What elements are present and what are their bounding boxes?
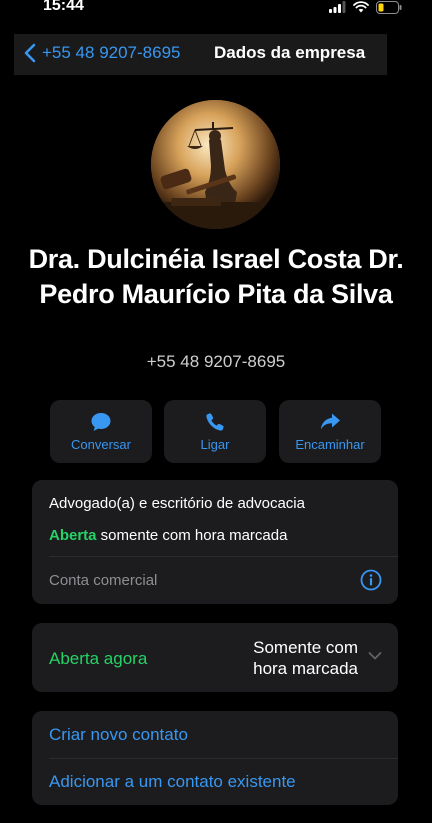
create-contact-button[interactable]: Criar novo contato xyxy=(49,725,188,745)
chevron-left-icon xyxy=(24,43,36,63)
business-info-card: Advogado(a) e escritório de advocacia Ab… xyxy=(32,480,398,604)
status-icons xyxy=(329,0,402,14)
contact-actions-card: Criar novo contato Adicionar a um contat… xyxy=(32,711,398,805)
hours-detail: Somente com hora marcada xyxy=(253,637,358,679)
chat-bubble-icon xyxy=(91,413,111,431)
hours-detail-line2: hora marcada xyxy=(253,659,358,678)
divider xyxy=(49,758,398,759)
info-icon[interactable] xyxy=(360,569,382,591)
scales-of-justice-gavel-image xyxy=(151,100,280,229)
profile-avatar[interactable] xyxy=(151,100,280,229)
profile-name: Dra. Dulcinéia Israel Costa Dr. Pedro Ma… xyxy=(28,244,404,309)
divider xyxy=(49,556,398,557)
business-hours-row[interactable]: Aberta agora Somente com hora marcada xyxy=(32,623,398,692)
profile-phone: +55 48 9207-8695 xyxy=(146,352,286,371)
call-button[interactable]: Ligar xyxy=(164,400,266,463)
share-arrow-icon xyxy=(320,413,340,430)
hours-detail-line1: Somente com xyxy=(253,638,358,657)
back-button-label: +55 48 9207-8695 xyxy=(42,43,181,62)
page-title: Dados da empresa xyxy=(214,43,366,62)
navigation-bar: +55 48 9207-8695 Dados da empresa xyxy=(14,34,387,75)
open-status-label: Aberta xyxy=(49,527,97,544)
status-bar: 15:44 xyxy=(0,0,432,18)
chat-button[interactable]: Conversar xyxy=(50,400,152,463)
battery-icon xyxy=(376,0,402,14)
status-time: 15:44 xyxy=(43,0,84,14)
business-category: Advogado(a) e escritório de advocacia xyxy=(49,495,305,512)
add-to-existing-contact-button[interactable]: Adicionar a um contato existente xyxy=(49,772,296,792)
hours-summary-text: somente com hora marcada xyxy=(96,527,288,544)
phone-icon xyxy=(206,413,224,431)
forward-button[interactable]: Encaminhar xyxy=(279,400,381,463)
wifi-icon xyxy=(353,1,369,13)
call-button-label: Ligar xyxy=(200,437,230,452)
open-now-label: Aberta agora xyxy=(49,649,148,668)
signal-icon xyxy=(329,1,346,13)
back-button[interactable]: +55 48 9207-8695 xyxy=(24,41,181,65)
forward-button-label: Encaminhar xyxy=(295,437,365,452)
hours-summary: Aberta somente com hora marcada xyxy=(49,527,287,544)
account-type: Conta comercial xyxy=(49,572,158,589)
chevron-down-icon xyxy=(368,652,382,660)
chat-button-label: Conversar xyxy=(71,437,131,452)
